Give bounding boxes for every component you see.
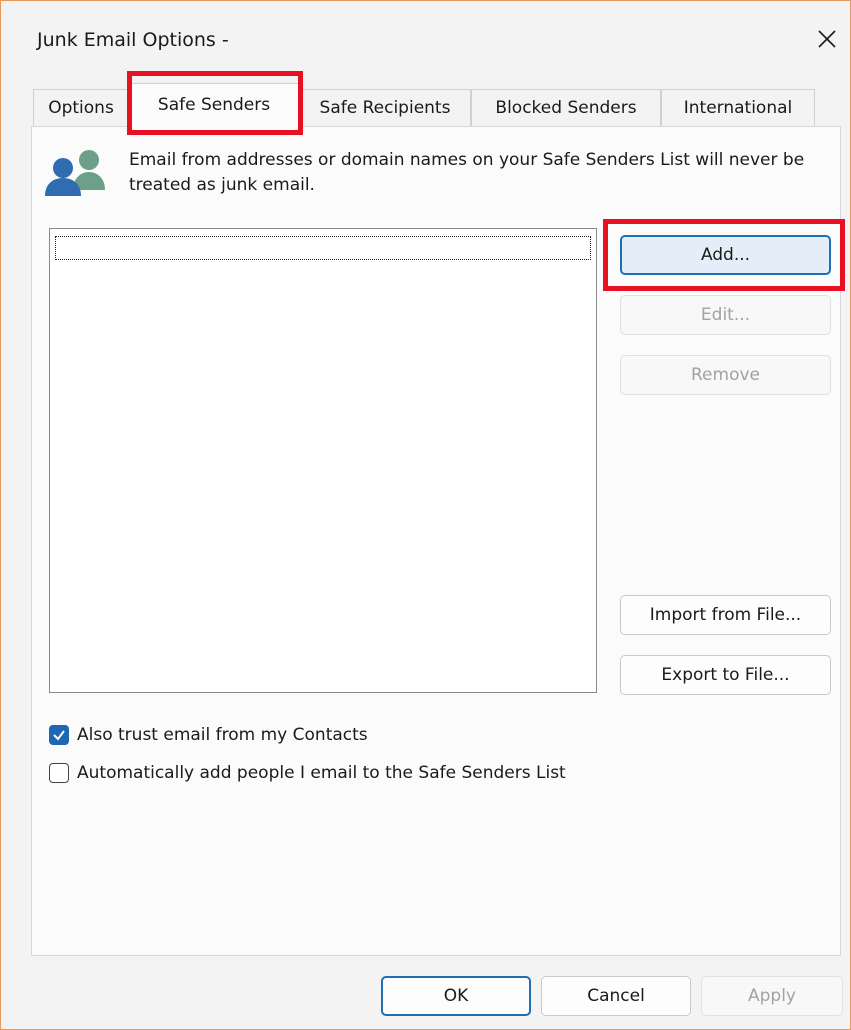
safe-senders-description: Email from addresses or domain names on … [129, 150, 805, 195]
title-bar: Junk Email Options - [1, 1, 850, 79]
trust-contacts-option[interactable]: Also trust email from my Contacts [49, 721, 368, 749]
close-icon [818, 30, 836, 48]
export-to-file-button[interactable]: Export to File... [620, 655, 831, 695]
tab-strip: Options Safe Senders Safe Recipients Blo… [33, 83, 823, 127]
safe-senders-list[interactable] [49, 228, 597, 693]
trust-contacts-label: Also trust email from my Contacts [77, 725, 368, 745]
close-button[interactable] [809, 21, 845, 57]
checkmark-icon [53, 730, 65, 741]
tab-options[interactable]: Options [33, 89, 129, 126]
apply-button[interactable]: Apply [701, 976, 843, 1016]
auto-add-checkbox[interactable] [49, 763, 69, 783]
trust-contacts-checkbox[interactable] [49, 725, 69, 745]
ok-button[interactable]: OK [381, 976, 531, 1016]
tab-safe-senders[interactable]: Safe Senders [129, 83, 299, 127]
cancel-button[interactable]: Cancel [541, 976, 691, 1016]
add-button[interactable]: Add... [620, 235, 831, 275]
tab-international[interactable]: International [661, 89, 815, 126]
dialog-window: Junk Email Options - Options Safe Sender… [0, 0, 851, 1030]
tab-safe-recipients[interactable]: Safe Recipients [299, 89, 471, 126]
edit-button[interactable]: Edit... [620, 295, 831, 335]
people-icon [45, 150, 105, 196]
auto-add-label: Automatically add people I email to the … [77, 763, 566, 783]
import-from-file-button[interactable]: Import from File... [620, 595, 831, 635]
tab-blocked-senders[interactable]: Blocked Senders [471, 89, 661, 126]
list-focus-row[interactable] [55, 236, 591, 260]
dialog-title: Junk Email Options - [37, 29, 229, 51]
remove-button[interactable]: Remove [620, 355, 831, 395]
auto-add-option[interactable]: Automatically add people I email to the … [49, 759, 566, 787]
